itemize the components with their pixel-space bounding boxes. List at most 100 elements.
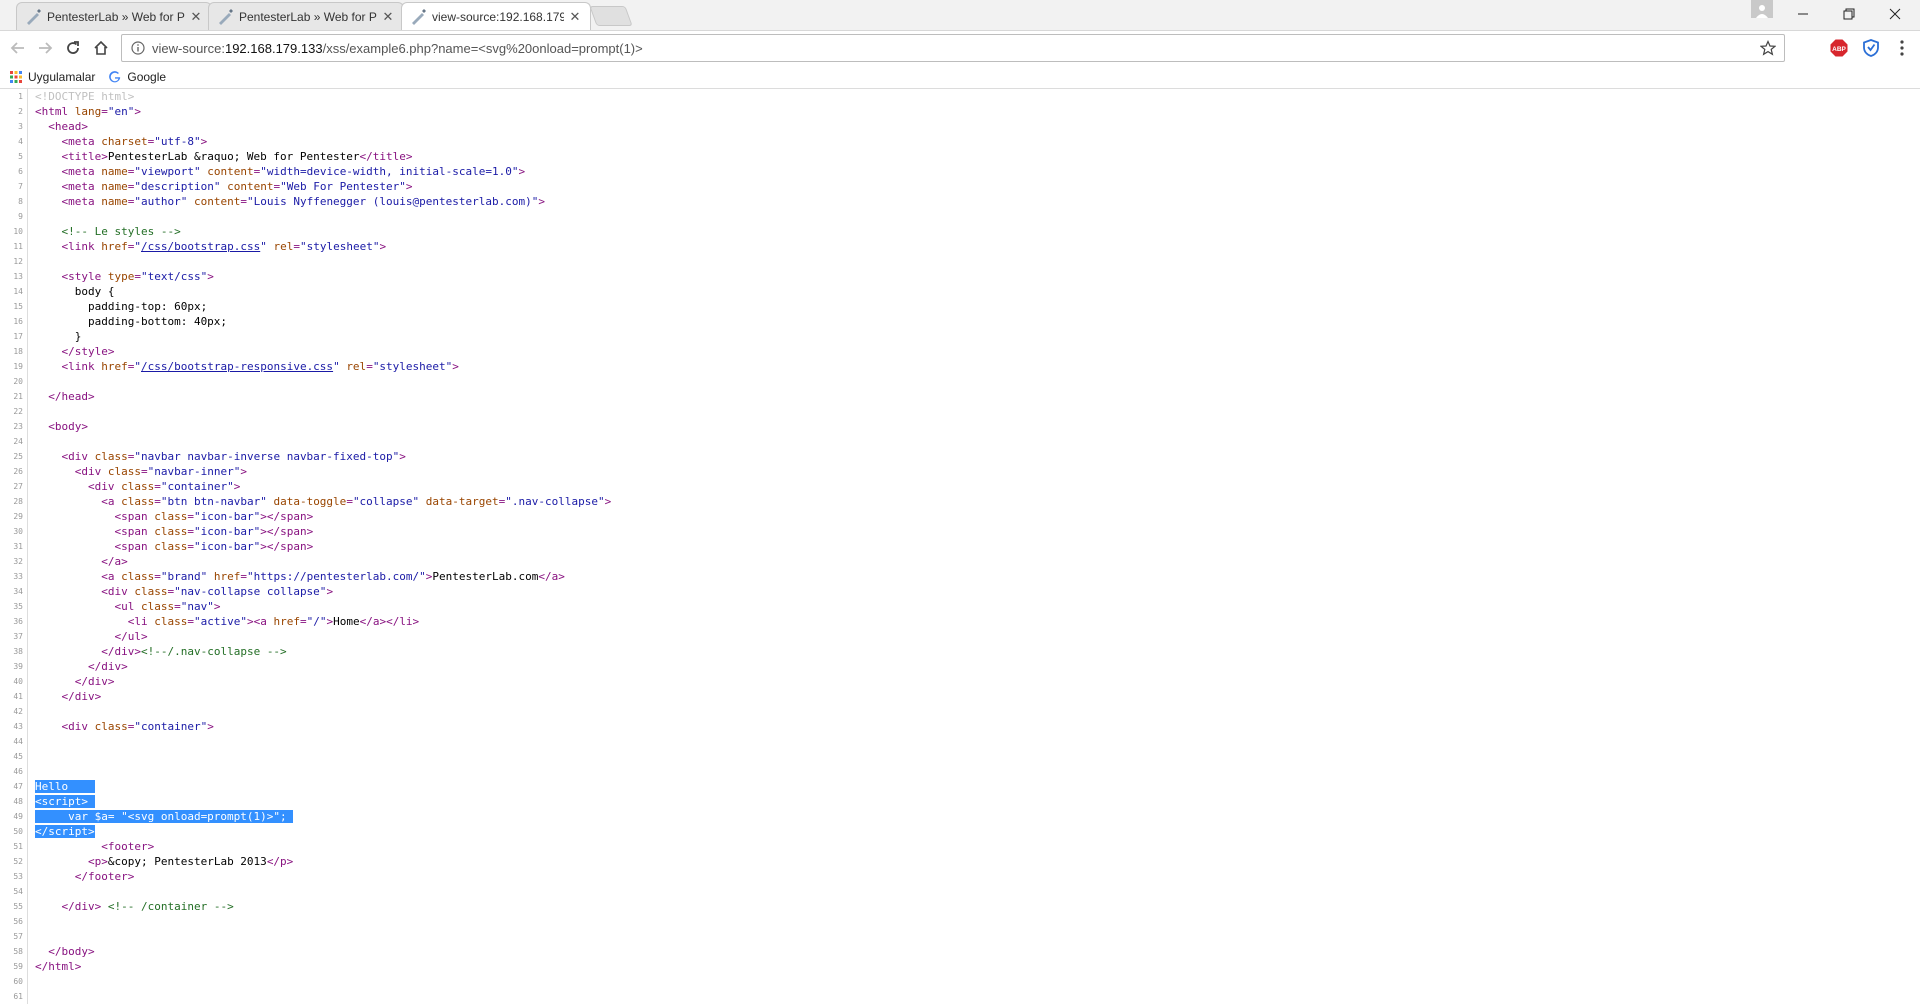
- pentesterlab-favicon-icon: [25, 8, 41, 25]
- home-button[interactable]: [88, 35, 114, 61]
- source-line: 18 </style>: [0, 344, 1920, 359]
- line-content: </body>: [48, 945, 95, 958]
- line-content: [28, 974, 35, 989]
- line-content: <!-- Le styles -->: [61, 225, 181, 238]
- line-number: 2: [0, 104, 28, 119]
- line-content: <link href="/css/bootstrap.css" rel="sty…: [61, 240, 387, 253]
- line-number: 9: [0, 209, 28, 224]
- line-content: </a>: [101, 555, 128, 568]
- source-line: 51 <footer>: [0, 839, 1920, 854]
- source-line: 47 Hello: [0, 779, 1920, 794]
- bookmark-google[interactable]: Google: [109, 70, 166, 84]
- line-number: 3: [0, 119, 28, 134]
- line-content: <script>: [35, 795, 95, 808]
- line-number: 27: [0, 479, 28, 494]
- line-content: <meta name="author" content="Louis Nyffe…: [61, 195, 546, 208]
- source-line: 57: [0, 929, 1920, 944]
- page-info-icon[interactable]: [128, 38, 148, 58]
- close-icon[interactable]: ✕: [381, 9, 395, 24]
- close-window-button[interactable]: [1872, 0, 1918, 28]
- line-number: 46: [0, 764, 28, 779]
- source-line: 39 </div>: [0, 659, 1920, 674]
- line-content: [28, 764, 35, 779]
- source-line: 50 </script>: [0, 824, 1920, 839]
- apps-grid-icon: [10, 70, 22, 83]
- restore-button[interactable]: [1826, 0, 1872, 28]
- line-content: [28, 929, 35, 944]
- source-line: 19 <link href="/css/bootstrap-responsive…: [0, 359, 1920, 374]
- line-number: 11: [0, 239, 28, 254]
- line-content: }: [35, 330, 82, 343]
- line-content: <meta name="viewport" content="width=dev…: [61, 165, 526, 178]
- bookmark-apps[interactable]: Uygulamalar: [10, 70, 95, 84]
- line-number: 37: [0, 629, 28, 644]
- line-number: 38: [0, 644, 28, 659]
- source-line: 36 <li class="active"><a href="/">Home</…: [0, 614, 1920, 629]
- line-content: <div class="container">: [87, 480, 241, 493]
- source-line: 10 <!-- Le styles -->: [0, 224, 1920, 239]
- line-number: 48: [0, 794, 28, 809]
- source-line: 46: [0, 764, 1920, 779]
- source-line: 59 </html>: [0, 959, 1920, 974]
- line-content: <div class="container">: [61, 720, 214, 733]
- line-number: 13: [0, 269, 28, 284]
- url-host: 192.168.179.133: [224, 40, 323, 56]
- bookmark-label: Google: [127, 69, 167, 84]
- line-content: var $a= "<svg onload=prompt(1)>";: [35, 810, 294, 823]
- line-content: body {: [35, 285, 115, 298]
- line-content: <head>: [48, 120, 88, 133]
- line-content: </html>: [35, 960, 82, 973]
- source-line: 27 <div class="container">: [0, 479, 1920, 494]
- line-content: </script>: [35, 825, 95, 838]
- address-text[interactable]: view-source:192.168.179.133/xss/example6…: [152, 41, 1756, 56]
- line-number: 7: [0, 179, 28, 194]
- line-number: 42: [0, 704, 28, 719]
- source-line: 43 <div class="container">: [0, 719, 1920, 734]
- line-content: <span class="icon-bar"></span>: [114, 525, 314, 538]
- source-line: 11 <link href="/css/bootstrap.css" rel="…: [0, 239, 1920, 254]
- tab-2[interactable]: PentesterLab » Web for P ✕: [208, 2, 404, 30]
- forward-button[interactable]: [32, 35, 58, 61]
- line-number: 33: [0, 569, 28, 584]
- line-content: [28, 704, 35, 719]
- line-content: <body>: [48, 420, 88, 433]
- tab-title: view-source:192.168.179.: [432, 9, 564, 24]
- line-content: [28, 404, 35, 419]
- line-number: 21: [0, 389, 28, 404]
- line-number: 34: [0, 584, 28, 599]
- line-content: </div><!--/.nav-collapse -->: [101, 645, 287, 658]
- new-tab-button[interactable]: [589, 6, 633, 26]
- line-content: <p>&copy; PentesterLab 2013</p>: [87, 855, 294, 868]
- address-bar[interactable]: view-source:192.168.179.133/xss/example6…: [121, 34, 1785, 62]
- line-number: 19: [0, 359, 28, 374]
- line-number: 29: [0, 509, 28, 524]
- line-content: </div> <!-- /container -->: [61, 900, 234, 913]
- line-number: 32: [0, 554, 28, 569]
- source-line: 6 <meta name="viewport" content="width=d…: [0, 164, 1920, 179]
- line-content: </style>: [61, 345, 115, 358]
- adblock-plus-icon[interactable]: ABP: [1829, 38, 1849, 58]
- minimize-button[interactable]: [1780, 0, 1826, 28]
- tab-title: PentesterLab » Web for P: [47, 9, 185, 24]
- bookmark-star-icon[interactable]: [1756, 36, 1780, 60]
- source-line: 26 <div class="navbar-inner">: [0, 464, 1920, 479]
- line-number: 25: [0, 449, 28, 464]
- close-icon[interactable]: ✕: [189, 9, 203, 24]
- url-prefix: view-source:: [152, 40, 225, 56]
- line-number: 14: [0, 284, 28, 299]
- source-line: 7 <meta name="description" content="Web …: [0, 179, 1920, 194]
- line-content: <span class="icon-bar"></span>: [114, 540, 314, 553]
- line-number: 5: [0, 149, 28, 164]
- source-line: 25 <div class="navbar navbar-inverse nav…: [0, 449, 1920, 464]
- tab-1[interactable]: PentesterLab » Web for P ✕: [16, 2, 212, 30]
- source-view[interactable]: 1 <!DOCTYPE html> 2 <html lang="en"> 3 <head…: [0, 89, 1920, 1004]
- reload-button[interactable]: [60, 35, 86, 61]
- menu-kebab-icon[interactable]: [1892, 38, 1912, 58]
- profile-avatar-icon[interactable]: [1751, 0, 1773, 18]
- tab-3[interactable]: view-source:192.168.179. ✕: [401, 2, 591, 30]
- line-content: [28, 209, 35, 224]
- back-button[interactable]: [5, 35, 31, 61]
- close-icon[interactable]: ✕: [568, 9, 582, 24]
- shield-extension-icon[interactable]: [1861, 38, 1881, 58]
- browser-toolbar: view-source:192.168.179.133/xss/example6…: [0, 31, 1920, 65]
